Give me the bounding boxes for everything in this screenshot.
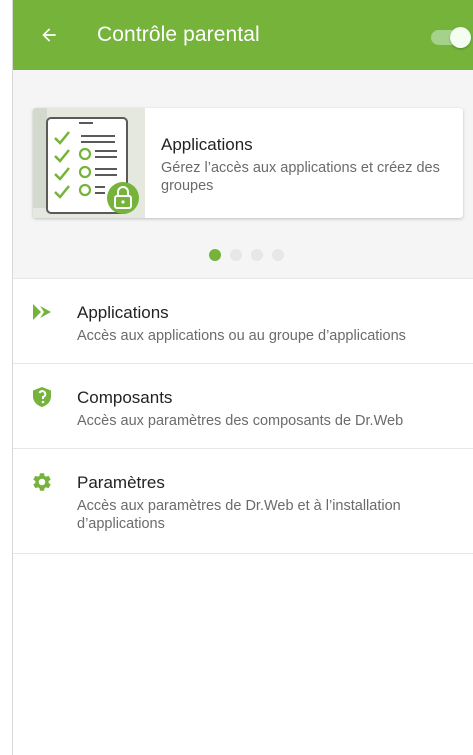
carousel-card[interactable]: Applications Gérez l’accès aux applicati… bbox=[33, 108, 463, 218]
item-title: Applications bbox=[77, 303, 169, 322]
parental-control-toggle[interactable] bbox=[431, 27, 471, 48]
list-item-parametres[interactable]: Paramètres Accès aux paramètres de Dr.We… bbox=[13, 449, 473, 554]
back-button[interactable] bbox=[25, 11, 73, 59]
item-subtitle: Accès aux paramètres de Dr.Web et à l’in… bbox=[77, 498, 401, 532]
app-bar: Contrôle parental bbox=[13, 0, 473, 70]
list-item-applications[interactable]: Applications Accès aux applications ou a… bbox=[13, 279, 473, 364]
checklist-lock-icon bbox=[33, 108, 145, 218]
card-title: Applications bbox=[161, 135, 253, 154]
play-arrow-icon bbox=[31, 301, 53, 323]
screen: Contrôle parental Applications Gérez l’a… bbox=[12, 0, 473, 755]
shield-icon bbox=[31, 386, 53, 408]
carousel-indicator bbox=[13, 249, 473, 261]
item-subtitle: Accès aux applications ou au groupe d’ap… bbox=[77, 328, 406, 344]
toggle-thumb bbox=[450, 27, 471, 48]
page-title: Contrôle parental bbox=[97, 23, 260, 46]
item-subtitle: Accès aux paramètres des composants de D… bbox=[77, 413, 404, 429]
card-description: Gérez l’accès aux applications et créez … bbox=[161, 160, 440, 194]
feature-carousel: Applications Gérez l’accès aux applicati… bbox=[13, 70, 473, 279]
list-item-composants[interactable]: Composants Accès aux paramètres des comp… bbox=[13, 364, 473, 449]
carousel-dot-3[interactable] bbox=[250, 249, 263, 261]
carousel-dot-2[interactable] bbox=[229, 249, 242, 261]
gear-icon bbox=[31, 471, 53, 493]
arrow-left-icon bbox=[42, 28, 56, 42]
carousel-dot-4[interactable] bbox=[271, 249, 284, 261]
carousel-dot-1[interactable] bbox=[208, 249, 221, 261]
item-title: Paramètres bbox=[77, 473, 165, 492]
item-title: Composants bbox=[77, 388, 173, 407]
